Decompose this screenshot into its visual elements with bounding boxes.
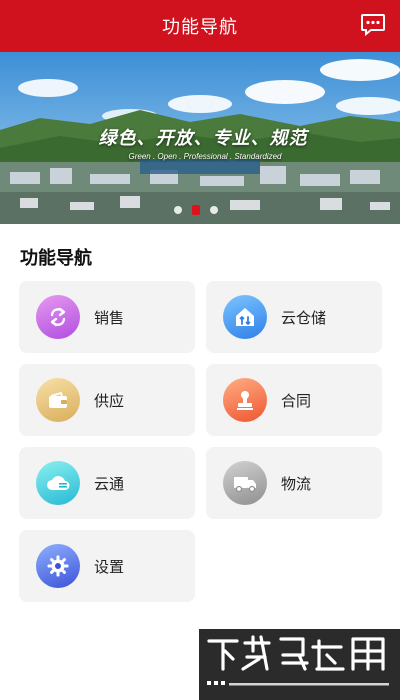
nav-card-label: 物流	[281, 475, 312, 493]
chat-bubble-icon[interactable]	[360, 13, 386, 37]
gear-icon	[36, 544, 80, 588]
nav-card-label: 供应	[94, 392, 125, 410]
nav-card-supply[interactable]: 供应	[19, 364, 195, 436]
carousel-dot[interactable]	[210, 206, 218, 214]
nav-card-label: 设置	[94, 558, 125, 576]
carousel-dot[interactable]	[174, 206, 182, 214]
nav-card-settings[interactable]: 设置	[19, 530, 195, 602]
stamp-icon	[223, 378, 267, 422]
section-title: 功能导航	[20, 248, 92, 268]
warehouse-icon	[223, 295, 267, 339]
nav-card-label: 销售	[94, 309, 125, 327]
nav-card-cloud-storage[interactable]: 云仓储	[206, 281, 382, 353]
page-title: 功能导航	[162, 17, 238, 37]
cloud-icon	[36, 461, 80, 505]
top-bar: 功能导航	[0, 0, 400, 52]
banner-slogan-english: Green . Open . Professional . Standardiz…	[128, 152, 282, 161]
carousel-indicators	[174, 205, 218, 215]
wallet-icon	[36, 378, 80, 422]
nav-card-label: 合同	[281, 392, 312, 410]
watermark-logo	[199, 629, 400, 700]
nav-card-label: 云仓储	[281, 309, 327, 327]
carousel-dot-active[interactable]	[192, 205, 200, 215]
nav-card-cloud-link[interactable]: 云通	[19, 447, 195, 519]
exchange-icon	[36, 295, 80, 339]
banner-carousel[interactable]: 绿色、开放、专业、规范 Green . Open . Professional …	[0, 52, 400, 224]
nav-card-label: 云通	[94, 475, 125, 493]
nav-card-contract[interactable]: 合同	[206, 364, 382, 436]
nav-card-sales[interactable]: 销售	[19, 281, 195, 353]
banner-slogan: 绿色、开放、专业、规范	[98, 128, 308, 148]
nav-card-logistics[interactable]: 物流	[206, 447, 382, 519]
truck-icon	[223, 461, 267, 505]
